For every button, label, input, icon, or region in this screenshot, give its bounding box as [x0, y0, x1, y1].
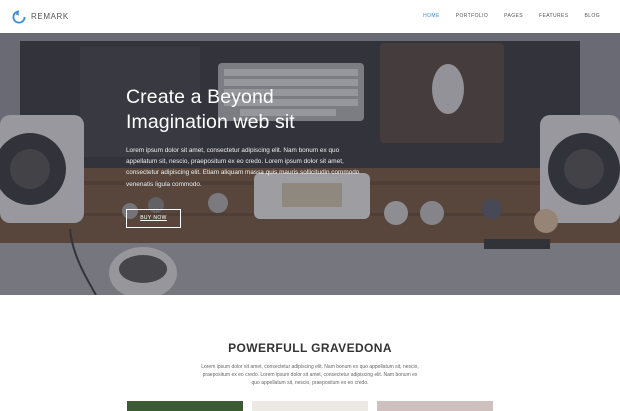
section-title: POWERFULL GRAVEDONA: [228, 341, 392, 355]
section-description: Lorem ipsum dolor sit amet, consectetur …: [201, 364, 419, 386]
hero-heading-line-2: Imagination web sit: [126, 111, 295, 133]
nav-blog[interactable]: BLOG: [577, 0, 609, 33]
hero-heading: Create a Beyond Imagination web sit: [126, 85, 356, 135]
buy-now-button[interactable]: BUY NOW: [126, 208, 181, 228]
top-navbar: REMARK HOME PORTFOLIO PAGES FEATURES BLO…: [0, 0, 620, 33]
hero-content: Create a Beyond Imagination web sit Lore…: [126, 85, 366, 228]
hero-section: Create a Beyond Imagination web sit Lore…: [0, 33, 620, 295]
main-menu: HOME PORTFOLIO PAGES FEATURES BLOG: [415, 0, 608, 33]
brand-name: REMARK: [31, 12, 69, 21]
nav-portfolio[interactable]: PORTFOLIO: [448, 0, 496, 33]
nav-home[interactable]: HOME: [415, 0, 448, 33]
hero-description: Lorem ipsum dolor sit amet, consectetur …: [126, 147, 360, 188]
nav-pages[interactable]: PAGES: [496, 0, 531, 33]
brand-logo[interactable]: REMARK: [12, 9, 69, 24]
features-section: POWERFULL GRAVEDONA Lorem ipsum dolor si…: [0, 295, 620, 411]
hero-heading-line-1: Create a Beyond: [126, 86, 274, 108]
nav-features[interactable]: FEATURES: [531, 0, 577, 33]
remark-logo-icon: [12, 9, 26, 23]
